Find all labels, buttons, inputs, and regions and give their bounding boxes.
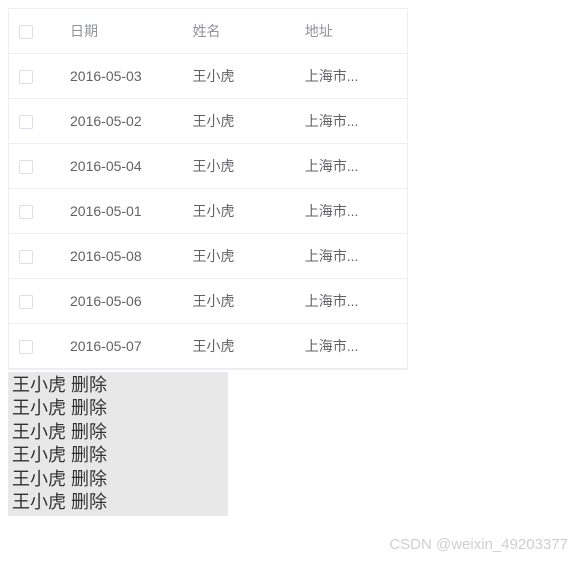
select-all-checkbox[interactable] — [19, 25, 33, 39]
cell-date: 2016-05-02 — [60, 99, 182, 144]
row-checkbox[interactable] — [19, 250, 33, 264]
list-item: 王小虎 删除 — [12, 374, 224, 397]
list-item-name: 王小虎 — [12, 492, 66, 512]
cell-name: 王小虎 — [182, 234, 294, 279]
list-item-name: 王小虎 — [12, 422, 66, 442]
cell-address: 上海市... — [295, 54, 407, 99]
row-checkbox[interactable] — [19, 160, 33, 174]
row-checkbox-cell — [9, 279, 60, 324]
name-action-list: 王小虎 删除王小虎 删除王小虎 删除王小虎 删除王小虎 删除王小虎 删除 — [8, 372, 228, 516]
cell-name: 王小虎 — [182, 99, 294, 144]
header-checkbox-cell — [9, 9, 60, 54]
cell-date: 2016-05-07 — [60, 324, 182, 369]
list-item: 王小虎 删除 — [12, 397, 224, 420]
cell-name: 王小虎 — [182, 54, 294, 99]
row-checkbox[interactable] — [19, 70, 33, 84]
list-item-name: 王小虎 — [12, 445, 66, 465]
table-row[interactable]: 2016-05-08王小虎上海市... — [9, 234, 407, 279]
row-checkbox[interactable] — [19, 115, 33, 129]
list-item-action[interactable]: 删除 — [71, 422, 107, 442]
list-item-action[interactable]: 删除 — [71, 492, 107, 512]
row-checkbox-cell — [9, 324, 60, 369]
header-name: 姓名 — [182, 9, 294, 54]
watermark: CSDN @weixin_49203377 — [389, 536, 568, 553]
table-row[interactable]: 2016-05-04王小虎上海市... — [9, 144, 407, 189]
cell-name: 王小虎 — [182, 144, 294, 189]
list-item-action[interactable]: 删除 — [71, 375, 107, 395]
cell-address: 上海市... — [295, 99, 407, 144]
list-item-action[interactable]: 删除 — [71, 469, 107, 489]
cell-name: 王小虎 — [182, 189, 294, 234]
header-address: 地址 — [295, 9, 407, 54]
list-item-name: 王小虎 — [12, 375, 66, 395]
row-checkbox[interactable] — [19, 295, 33, 309]
list-item-name: 王小虎 — [12, 469, 66, 489]
cell-name: 王小虎 — [182, 279, 294, 324]
list-item-action[interactable]: 删除 — [71, 398, 107, 418]
list-item: 王小虎 删除 — [12, 491, 224, 514]
cell-date: 2016-05-01 — [60, 189, 182, 234]
row-checkbox-cell — [9, 189, 60, 234]
list-item-name: 王小虎 — [12, 398, 66, 418]
list-item: 王小虎 删除 — [12, 444, 224, 467]
list-item: 王小虎 删除 — [12, 421, 224, 444]
row-checkbox-cell — [9, 144, 60, 189]
cell-date: 2016-05-04 — [60, 144, 182, 189]
table-header-row: 日期 姓名 地址 — [9, 9, 407, 54]
row-checkbox[interactable] — [19, 340, 33, 354]
list-item-action[interactable]: 删除 — [71, 445, 107, 465]
row-checkbox-cell — [9, 234, 60, 279]
row-checkbox[interactable] — [19, 205, 33, 219]
cell-address: 上海市... — [295, 324, 407, 369]
cell-address: 上海市... — [295, 189, 407, 234]
row-checkbox-cell — [9, 54, 60, 99]
header-date: 日期 — [60, 9, 182, 54]
cell-address: 上海市... — [295, 279, 407, 324]
table-row[interactable]: 2016-05-01王小虎上海市... — [9, 189, 407, 234]
table-row[interactable]: 2016-05-07王小虎上海市... — [9, 324, 407, 369]
table-row[interactable]: 2016-05-02王小虎上海市... — [9, 99, 407, 144]
cell-address: 上海市... — [295, 144, 407, 189]
table-row[interactable]: 2016-05-06王小虎上海市... — [9, 279, 407, 324]
cell-address: 上海市... — [295, 234, 407, 279]
data-table: 日期 姓名 地址 2016-05-03王小虎上海市...2016-05-02王小… — [8, 8, 408, 370]
table-row[interactable]: 2016-05-03王小虎上海市... — [9, 54, 407, 99]
cell-date: 2016-05-06 — [60, 279, 182, 324]
cell-date: 2016-05-08 — [60, 234, 182, 279]
row-checkbox-cell — [9, 99, 60, 144]
cell-name: 王小虎 — [182, 324, 294, 369]
list-item: 王小虎 删除 — [12, 468, 224, 491]
cell-date: 2016-05-03 — [60, 54, 182, 99]
